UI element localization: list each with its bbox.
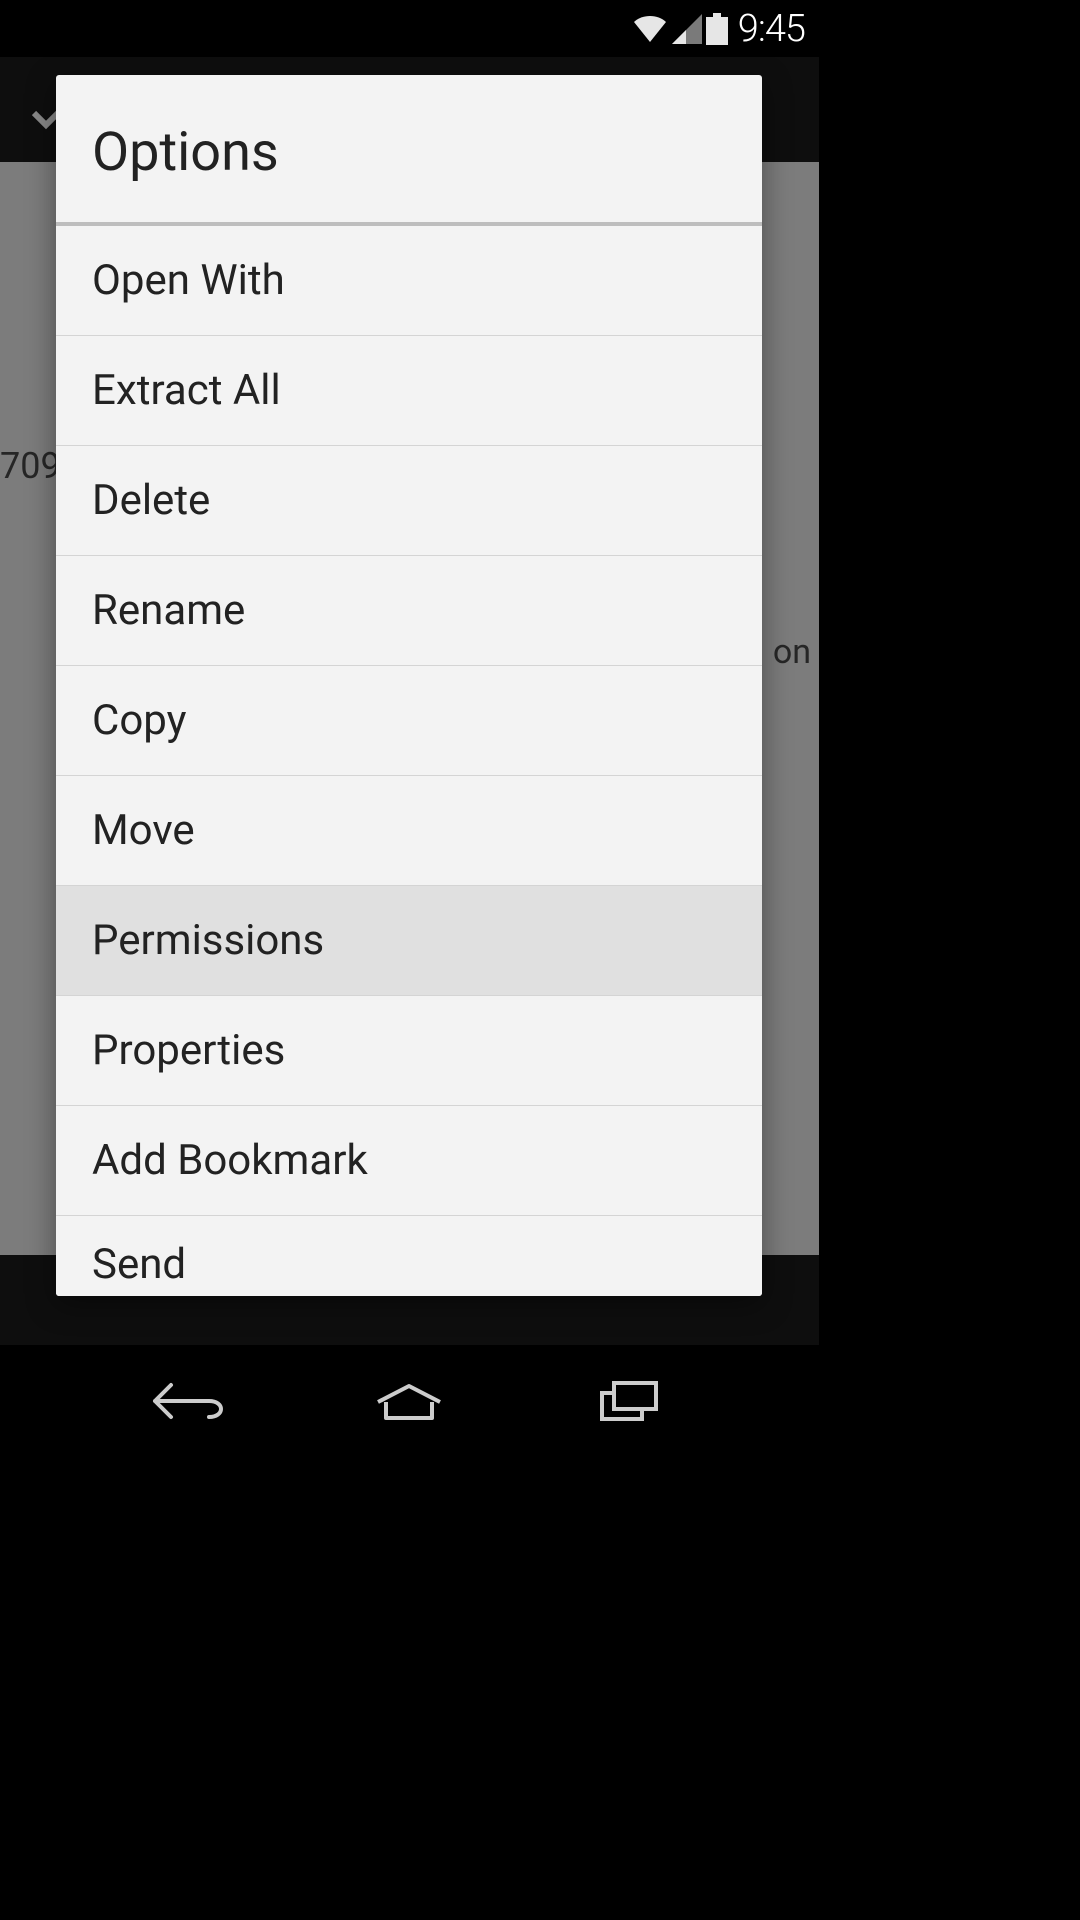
cell-signal-icon — [672, 14, 702, 44]
option-list: Open With Extract All Delete Rename Copy… — [56, 226, 762, 1296]
option-extract-all[interactable]: Extract All — [56, 336, 762, 446]
recent-apps-button[interactable] — [584, 1376, 674, 1426]
battery-icon — [706, 13, 728, 45]
dialog-title-wrap: Options — [56, 75, 762, 226]
option-move[interactable]: Move — [56, 776, 762, 886]
option-label: Extract All — [92, 366, 281, 415]
option-open-with[interactable]: Open With — [56, 226, 762, 336]
option-label: Permissions — [92, 916, 324, 965]
option-add-bookmark[interactable]: Add Bookmark — [56, 1106, 762, 1216]
option-label: Properties — [92, 1026, 285, 1075]
option-permissions[interactable]: Permissions — [56, 886, 762, 996]
option-label: Move — [92, 806, 195, 855]
option-properties[interactable]: Properties — [56, 996, 762, 1106]
back-button[interactable] — [145, 1376, 235, 1426]
android-nav-bar — [0, 1345, 819, 1456]
option-label: Rename — [92, 586, 245, 635]
options-dialog: Options Open With Extract All Delete Ren… — [56, 75, 762, 1296]
option-copy[interactable]: Copy — [56, 666, 762, 776]
status-clock: 9:45 — [738, 7, 805, 51]
option-label: Copy — [92, 696, 187, 745]
wifi-icon — [632, 14, 668, 44]
option-delete[interactable]: Delete — [56, 446, 762, 556]
dialog-title: Options — [92, 121, 726, 184]
option-rename[interactable]: Rename — [56, 556, 762, 666]
status-bar: 9:45 — [0, 0, 819, 57]
option-label: Send — [92, 1240, 186, 1289]
option-send[interactable]: Send — [56, 1216, 762, 1296]
option-label: Add Bookmark — [92, 1136, 368, 1185]
option-label: Open With — [92, 256, 285, 305]
home-button[interactable] — [364, 1376, 454, 1426]
option-label: Delete — [92, 476, 210, 525]
